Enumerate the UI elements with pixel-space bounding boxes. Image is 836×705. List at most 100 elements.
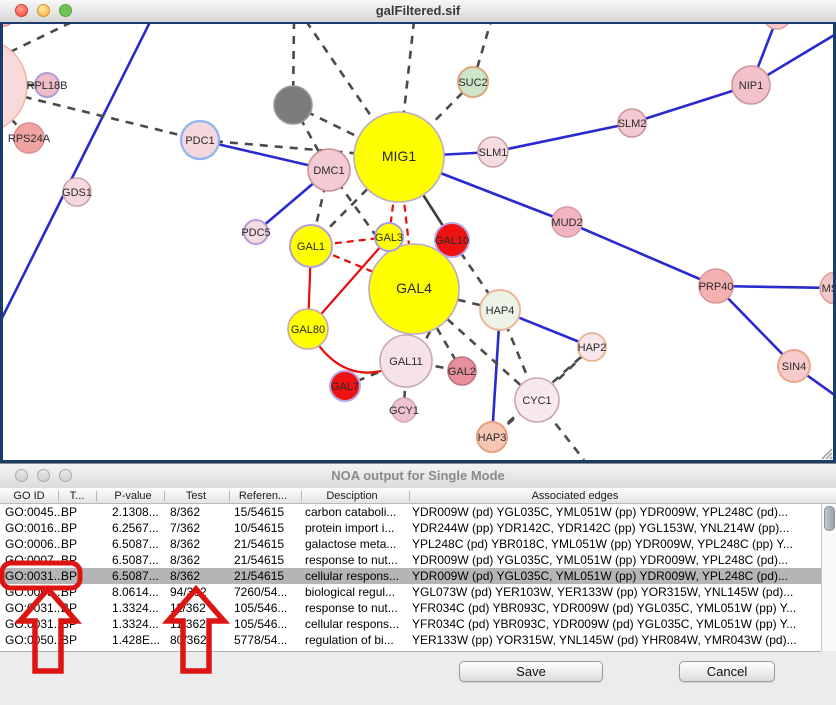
table-row[interactable]: GO:0031...BP1.3324...11/362105/546...cel… <box>0 616 821 632</box>
table-cell: 1.428E... <box>112 633 160 647</box>
resize-grip-icon[interactable] <box>822 449 832 459</box>
node-label-msl1: MSL1 <box>822 283 833 295</box>
table-cell: 6.5087... <box>112 553 159 567</box>
table-cell: 1.3324... <box>112 617 159 631</box>
column-separator[interactable] <box>301 491 302 501</box>
table-cell: GO:0045... <box>5 505 64 519</box>
node-label-gal3: GAL3 <box>375 232 403 244</box>
column-separator[interactable] <box>229 491 230 501</box>
table-cell: BP <box>61 569 77 583</box>
table-row[interactable]: GO:0031...BP1.3324...11/362105/546...res… <box>0 600 821 616</box>
table-row[interactable]: GO:0006...BP6.5087...8/36221/54615galact… <box>0 536 821 552</box>
column-separator[interactable] <box>409 491 410 501</box>
table-row[interactable]: GO:0031...BP6.5087...8/36221/54615cellul… <box>0 568 821 584</box>
node-label-hap2: HAP2 <box>578 342 607 354</box>
column-header[interactable]: Test <box>186 490 206 502</box>
network-window: galFiltered.sif RPL18BRPS24AGDS1PDC1MIG1… <box>0 0 836 463</box>
node-label-pdc1: PDC1 <box>185 135 214 147</box>
column-header[interactable]: Referen... <box>239 490 287 502</box>
network-edge[interactable] <box>3 24 150 322</box>
network-edge[interactable] <box>10 24 74 52</box>
table-row[interactable]: GO:0045...BP2.1308...8/36215/54615carbon… <box>0 504 821 520</box>
table-cell: 8/362 <box>170 505 200 519</box>
cancel-button[interactable]: Cancel <box>679 661 775 682</box>
node-fragment-topleft[interactable] <box>3 24 14 26</box>
node-label-gal10: GAL10 <box>435 235 469 247</box>
table-cell: 8/362 <box>170 537 200 551</box>
node-large-pink[interactable] <box>3 39 27 133</box>
table-cell: 7/362 <box>170 521 200 535</box>
table-cell: YFR034C (pd) YBR093C, YDR009W (pd) YGL03… <box>412 617 796 631</box>
node-label-slm1: SLM1 <box>479 147 508 159</box>
node-label-nip1: NIP1 <box>739 80 763 92</box>
table-cell: 11/362 <box>170 601 206 615</box>
noa-window-titlebar[interactable]: NOA output for Single Mode <box>0 464 836 489</box>
table-header: GO ID T... P-value Test Referen... Desciption… <box>0 488 836 504</box>
node-fragment-topright[interactable] <box>763 24 791 29</box>
node-label-mud2: MUD2 <box>551 217 582 229</box>
network-edge[interactable] <box>493 123 632 152</box>
table-cell: galactose meta... <box>305 537 396 551</box>
node-label-prp40: PRP40 <box>699 281 734 293</box>
column-separator[interactable] <box>58 491 59 501</box>
table-cell: BP <box>61 505 77 519</box>
table-cell: 10/54615 <box>234 521 284 535</box>
node-label-cyc1: CYC1 <box>522 395 551 407</box>
table-cell: regulation of bi... <box>305 633 394 647</box>
node-label-pdc5: PDC5 <box>241 227 270 239</box>
table-cell: GO:0065... <box>5 585 64 599</box>
table-cell: 105/546... <box>234 601 287 615</box>
table-cell: GO:0031... <box>5 569 64 583</box>
table-cell: YDR009W (pd) YGL035C, YML051W (pp) YDR00… <box>412 569 788 583</box>
node-label-slm2: SLM2 <box>618 118 647 130</box>
table-cell: GO:0016... <box>5 521 64 535</box>
node-label-hap4: HAP4 <box>486 305 515 317</box>
table-cell: 15/54615 <box>234 505 284 519</box>
table-cell: 6.2567... <box>112 521 159 535</box>
save-button[interactable]: Save <box>459 661 603 682</box>
column-separator[interactable] <box>96 491 97 501</box>
column-header[interactable]: T... <box>70 490 85 502</box>
node-label-hap3: HAP3 <box>478 432 507 444</box>
node-label-gal7: GAL7 <box>331 381 359 393</box>
column-header[interactable]: Desciption <box>326 490 377 502</box>
table-cell: BP <box>61 633 77 647</box>
table-cell: carbon cataboli... <box>305 505 396 519</box>
table-cell: YFR034C (pd) YBR093C, YDR009W (pd) YGL03… <box>412 601 796 615</box>
table-row[interactable]: GO:0065...BP8.0614...94/3627260/54...bio… <box>0 584 821 600</box>
node-gray-unlabeled[interactable] <box>274 86 312 124</box>
table-cell: 21/54615 <box>234 553 284 567</box>
network-svg: RPL18BRPS24AGDS1PDC1MIG1DMC1SUC2SLM1SLM2… <box>3 24 833 460</box>
table-cell: YER133W (pp) YOR315W, YNL145W (pd) YHR08… <box>412 633 797 647</box>
table-cell: cellular respons... <box>305 569 399 583</box>
network-window-titlebar[interactable]: galFiltered.sif <box>0 0 836 23</box>
table-cell: 6.5087... <box>112 569 159 583</box>
table-cell: 8/362 <box>170 569 200 583</box>
column-header[interactable]: Associated edges <box>532 490 619 502</box>
node-label-dmc1: DMC1 <box>313 165 344 177</box>
column-header[interactable]: GO ID <box>13 490 44 502</box>
column-separator[interactable] <box>164 491 165 501</box>
network-canvas[interactable]: RPL18BRPS24AGDS1PDC1MIG1DMC1SUC2SLM1SLM2… <box>3 24 833 460</box>
table-cell: 7260/54... <box>234 585 287 599</box>
table-cell: GO:0050... <box>5 633 64 647</box>
table-row[interactable]: GO:0007...BP6.5087...8/36221/54615respon… <box>0 552 821 568</box>
window-title: galFiltered.sif <box>0 3 836 18</box>
table-cell: YDR009W (pd) YGL035C, YML051W (pp) YDR00… <box>412 553 788 567</box>
network-edge[interactable] <box>567 222 716 286</box>
table-cell: YPL248C (pd) YBR018C, YML051W (pp) YDR00… <box>412 537 793 551</box>
column-header[interactable]: P-value <box>114 490 151 502</box>
vertical-scrollbar[interactable] <box>821 504 836 651</box>
node-label-gal2: GAL2 <box>448 366 476 378</box>
table-row[interactable]: GO:0016...BP6.2567...7/36210/54615protei… <box>0 520 821 536</box>
table-cell: BP <box>61 553 77 567</box>
table-row[interactable]: GO:0050...BP1.428E...80/3625778/54...reg… <box>0 632 821 648</box>
table-cell: response to nut... <box>305 601 398 615</box>
table-cell: BP <box>61 537 77 551</box>
node-label-rpl18b: RPL18B <box>27 80 68 92</box>
table-cell: BP <box>61 585 77 599</box>
scrollbar-thumb[interactable] <box>824 506 835 531</box>
table-cell: YGL073W (pd) YER103W, YER133W (pp) YOR31… <box>412 585 793 599</box>
table-cell: protein import i... <box>305 521 394 535</box>
table-cell: 1.3324... <box>112 601 159 615</box>
